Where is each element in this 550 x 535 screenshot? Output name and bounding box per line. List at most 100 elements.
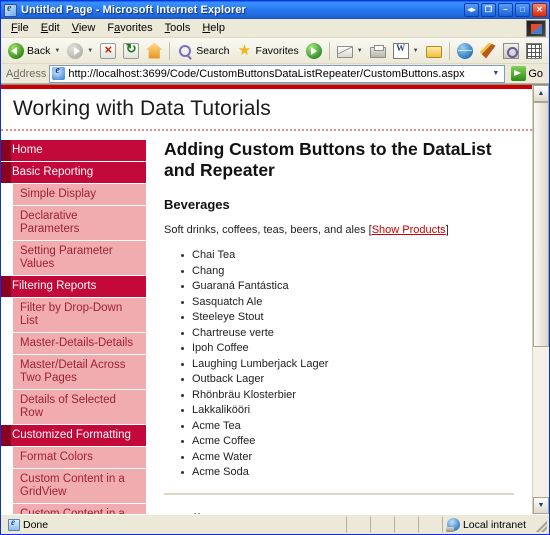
scrollbar-track[interactable]: [533, 102, 549, 497]
mail-button[interactable]: ▼: [334, 40, 366, 62]
menu-bar: File Edit View Favorites Tools Help: [1, 19, 549, 38]
minimize-button[interactable]: –: [498, 3, 513, 17]
chevron-down-icon[interactable]: ▼: [413, 48, 419, 54]
main-content: Adding Custom Buttons to the DataList an…: [146, 131, 532, 514]
favorites-button[interactable]: ★ Favorites: [234, 40, 302, 62]
grid-button[interactable]: [523, 40, 545, 62]
sidebar-item-details-of-selected-row[interactable]: Details of Selected Row: [13, 390, 146, 425]
back-arrow-icon: [8, 43, 24, 59]
sidebar-item-filtering-reports[interactable]: Filtering Reports: [1, 276, 146, 298]
discuss-button[interactable]: [454, 40, 476, 62]
list-item: Sasquatch Ale: [180, 295, 514, 311]
show-products-link-beverages[interactable]: Show Products: [372, 224, 446, 236]
sidebar-item-format-colors[interactable]: Format Colors: [13, 447, 146, 469]
maximize-button[interactable]: □: [515, 3, 530, 17]
list-item: Chai Tea: [180, 248, 514, 264]
scrollbar-thumb[interactable]: [533, 102, 549, 347]
sidebar-item-label: Home: [1, 140, 146, 161]
menu-file[interactable]: File: [5, 21, 35, 35]
chevron-down-icon[interactable]: ▼: [87, 48, 93, 54]
list-item: Guaraná Fantástica: [180, 279, 514, 295]
vertical-scrollbar[interactable]: ▲ ▼: [532, 85, 549, 514]
address-label: Address: [6, 68, 46, 80]
globe-icon: [457, 43, 473, 59]
menu-favorites[interactable]: Favorites: [101, 21, 158, 35]
scroll-up-button[interactable]: ▲: [533, 85, 549, 102]
go-button[interactable]: Go: [508, 66, 546, 81]
sidebar-item-declarative-parameters[interactable]: Declarative Parameters: [13, 206, 146, 241]
address-bar: Address http://localhost:3699/Code/Custo…: [1, 64, 549, 84]
restore-group-button[interactable]: ◂▸: [464, 3, 479, 17]
sidebar-item-filter-by-drop-down-list[interactable]: Filter by Drop-Down List: [13, 298, 146, 333]
print-button[interactable]: [367, 40, 389, 62]
go-arrow-icon: [511, 66, 526, 81]
sidebar-item-label: Master-Details-Details: [13, 333, 146, 354]
list-item: Outback Lager: [180, 372, 514, 388]
sidebar-item-label: Filtering Reports: [1, 276, 146, 297]
resize-grip[interactable]: [533, 518, 547, 532]
sidebar-item-customized-formatting[interactable]: Customized Formatting: [1, 425, 146, 447]
sidebar-item-label: Custom Content in a DetailsView: [13, 504, 146, 514]
search-icon: [177, 43, 193, 59]
home-button[interactable]: [143, 40, 165, 62]
magnifier-icon: [503, 43, 519, 59]
list-item: Acme Coffee: [180, 434, 514, 450]
status-pane-2: [370, 516, 392, 533]
bracket-close: ]: [446, 224, 449, 236]
document-icon: [8, 519, 20, 531]
sidebar-item-custom-content-detailsview[interactable]: Custom Content in a DetailsView: [13, 504, 146, 514]
security-zone-pane[interactable]: Local intranet: [442, 516, 531, 533]
browser-window: Untitled Page - Microsoft Internet Explo…: [0, 0, 550, 535]
menu-help[interactable]: Help: [196, 21, 231, 35]
sidebar-item-setting-parameter-values[interactable]: Setting Parameter Values: [13, 241, 146, 276]
page-title: Working with Data Tutorials: [13, 97, 532, 121]
windows-flag-logo: [526, 20, 546, 37]
sidebar-item-basic-reporting[interactable]: Basic Reporting: [1, 162, 146, 184]
list-item: Chartreuse verte: [180, 326, 514, 342]
refresh-icon: [123, 43, 139, 59]
highlight-button[interactable]: [477, 40, 499, 62]
sidebar-item-master-details-details[interactable]: Master-Details-Details: [13, 333, 146, 355]
address-input[interactable]: http://localhost:3699/Code/CustomButtons…: [49, 65, 505, 83]
status-pane-1: [346, 516, 368, 533]
menu-view[interactable]: View: [66, 21, 102, 35]
media-button[interactable]: [303, 40, 325, 62]
edit-button[interactable]: ▼: [390, 40, 422, 62]
research-button[interactable]: [500, 40, 522, 62]
status-pane-3: [394, 516, 416, 533]
category-description-text: Soft drinks, coffees, teas, beers, and a…: [164, 224, 369, 236]
site-header: Working with Data Tutorials: [1, 85, 532, 131]
menu-tools[interactable]: Tools: [159, 21, 197, 35]
window-group-button[interactable]: ❐: [481, 3, 496, 17]
close-button[interactable]: ✕: [532, 3, 547, 17]
list-item: Steeleye Stout: [180, 310, 514, 326]
sidebar-item-custom-content-gridview[interactable]: Custom Content in a GridView: [13, 469, 146, 504]
chevron-down-icon[interactable]: ▼: [54, 48, 60, 54]
search-button[interactable]: Search: [174, 40, 232, 62]
security-zone-text: Local intranet: [463, 519, 526, 531]
sidebar-item-simple-display[interactable]: Simple Display: [13, 184, 146, 206]
search-button-label: Search: [196, 45, 229, 57]
stop-button[interactable]: [97, 40, 119, 62]
sidebar-item-label: Filter by Drop-Down List: [13, 298, 146, 332]
sidebar-item-home[interactable]: Home: [1, 140, 146, 162]
grid-icon: [526, 43, 542, 59]
sidebar-item-label: Declarative Parameters: [13, 206, 146, 240]
chevron-down-icon[interactable]: ▼: [357, 48, 363, 54]
forward-button[interactable]: ▼: [64, 40, 96, 62]
refresh-button[interactable]: [120, 40, 142, 62]
toolbar: Back ▼ ▼ Search ★ Favorites: [1, 38, 549, 64]
messenger-icon: [426, 46, 442, 58]
status-pane-4: [418, 516, 440, 533]
sidebar-item-master-detail-across-two-pages[interactable]: Master/Detail Across Two Pages: [13, 355, 146, 390]
sidebar-item-label: Customized Formatting: [1, 425, 146, 446]
back-button[interactable]: Back ▼: [5, 40, 63, 62]
scroll-down-button[interactable]: ▼: [533, 497, 549, 514]
menu-edit[interactable]: Edit: [35, 21, 66, 35]
status-message-pane: Done: [3, 516, 344, 533]
chevron-down-icon[interactable]: ▼: [488, 66, 503, 82]
category-description-beverages: Soft drinks, coffees, teas, beers, and a…: [164, 223, 514, 238]
window-title: Untitled Page - Microsoft Internet Explo…: [21, 4, 246, 16]
messenger-button[interactable]: [423, 40, 445, 62]
edit-word-icon: [393, 43, 409, 59]
